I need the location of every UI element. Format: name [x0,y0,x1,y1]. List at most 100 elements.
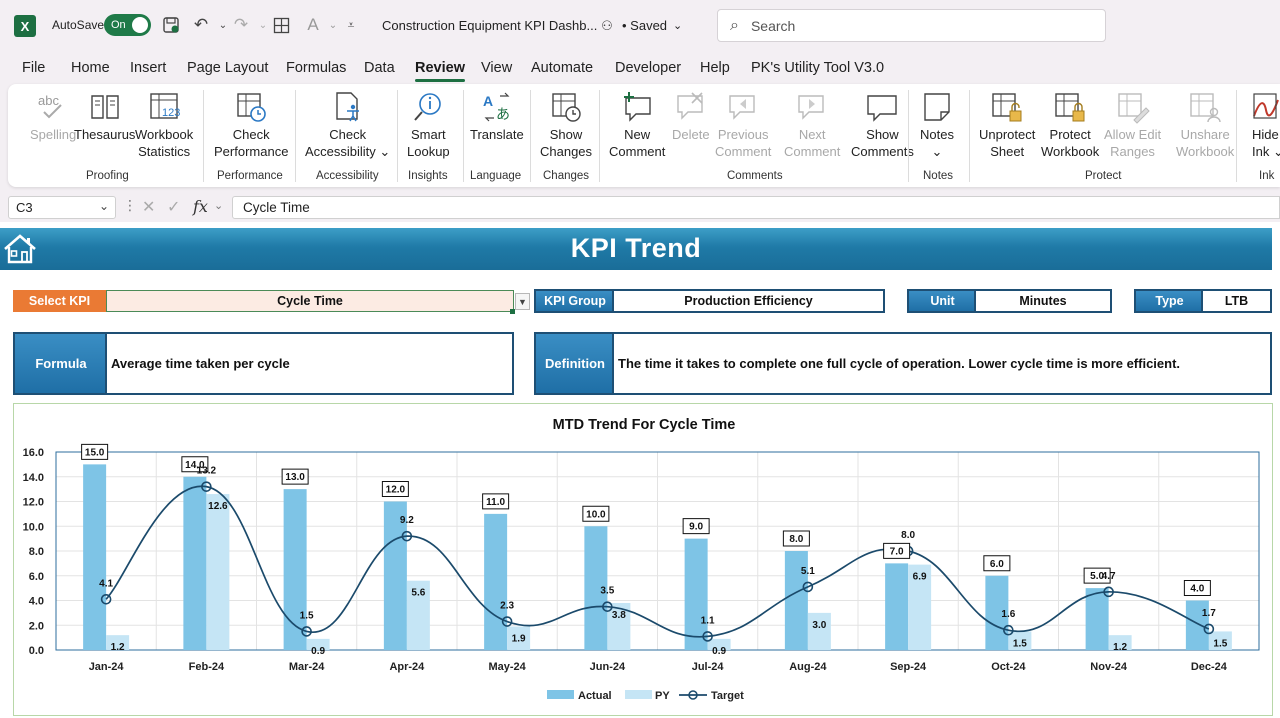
new-comment-icon [624,92,651,122]
formula-bar: C3 ⌄ ⋮ ✕ ✓ fx ⌄ Cycle Time [0,194,1280,222]
workbook-statistics-label-2: Statistics [138,144,191,159]
show-changes-button[interactable]: Show Changes [540,90,592,160]
show-comments-button[interactable]: Show Comments [851,90,914,160]
new-comment-button[interactable]: New Comment [609,90,665,160]
formula-input[interactable]: Cycle Time [232,196,1280,219]
bar-actual [1085,588,1109,650]
search-placeholder: Search [750,17,796,34]
data-label-py: 1.5 [1013,638,1027,649]
insert-function-icon[interactable]: fx [193,197,208,216]
unprotect-sheet-button[interactable]: Unprotect Sheet [979,90,1035,160]
ribbon-separator [969,90,970,182]
data-label-target: 1.7 [1202,608,1216,619]
ribbon-separator [1236,90,1237,182]
expand-formula-icon[interactable]: ⌄ [214,199,223,212]
definition-label: Definition [534,332,614,395]
tab-help[interactable]: Help [700,60,730,76]
tab-pk-utility-tool[interactable]: PK's Utility Tool V3.0 [751,60,884,76]
cancel-icon[interactable]: ✕ [142,197,155,217]
thesaurus-label: Thesaurus [74,127,136,142]
borders-icon[interactable] [270,14,292,36]
tab-insert[interactable]: Insert [130,60,166,76]
notes-button[interactable]: Notes ⌄ [920,90,954,160]
type-value: LTB [1201,289,1272,313]
translate-button[interactable]: Aあ Translate [470,90,524,143]
chevron-down-icon: ⌄ [673,20,683,32]
share-people-icon[interactable]: ⚇ [596,15,618,37]
thesaurus-icon [91,95,119,119]
tab-home[interactable]: Home [71,60,110,76]
thesaurus-button[interactable]: Thesaurus [74,90,135,143]
unshare-workbook-label-1: Unshare [1180,127,1230,142]
data-label-py: 0.9 [311,646,325,657]
check-performance-button[interactable]: Check Performance [214,90,288,160]
tab-automate[interactable]: Automate [531,60,593,76]
select-kpi-cell[interactable]: Cycle Time [106,290,514,312]
smart-lookup-label-2: Lookup [407,144,450,159]
check-accessibility-button[interactable]: Check Accessibility ⌄ [305,90,390,160]
group-protect: Protect [1085,170,1122,182]
autosave-label: AutoSave [52,18,105,32]
allow-edit-ranges-label-2: Ranges [1110,144,1155,159]
show-changes-label-2: Changes [540,144,593,159]
unshare-workbook-label-2: Workbook [1176,144,1235,159]
save-status[interactable]: • Saved ⌄ [622,18,682,33]
group-ink: Ink [1259,170,1275,182]
enter-icon[interactable]: ✓ [167,197,180,217]
undo-icon[interactable]: ↶ [190,14,212,36]
y-tick-label: 0.0 [29,645,44,657]
delete-comment-button[interactable]: Delete [672,90,710,143]
data-label-target: 1.1 [701,615,715,626]
fill-handle[interactable] [510,309,515,314]
redo-icon[interactable]: ↷ [230,14,252,36]
ribbon-separator [599,90,600,182]
tab-developer[interactable]: Developer [615,60,681,76]
workbook-statistics-button[interactable]: 123 Workbook Statistics [135,90,193,160]
customize-toolbar-icon[interactable]: ⩡ [340,14,362,36]
show-comments-label-2: Comments [851,144,914,159]
tab-page-layout[interactable]: Page Layout [187,60,268,76]
tab-view[interactable]: View [481,60,512,76]
hide-ink-button[interactable]: Hide Ink ⌄ [1252,90,1280,160]
unprotect-sheet-label-1: Unprotect [979,127,1036,142]
spelling-button[interactable]: abc Spelling [30,90,76,143]
bar-actual [183,476,207,650]
data-label-actual: 7.0 [890,546,904,557]
unprotect-sheet-label-2: Sheet [990,144,1025,159]
name-box[interactable]: C3 ⌄ [8,196,116,219]
allow-edit-ranges-button[interactable]: Allow Edit Ranges [1104,90,1161,160]
previous-comment-button[interactable]: Previous Comment [715,90,771,160]
protect-workbook-icon [1055,93,1085,122]
tab-formulas[interactable]: Formulas [286,60,346,76]
data-label-target: 1.5 [300,610,314,621]
group-performance: Performance [217,170,283,182]
next-comment-button[interactable]: Next Comment [784,90,840,160]
save-icon[interactable] [160,14,182,36]
kpi-banner: KPI Trend [0,228,1272,270]
font-color-icon[interactable]: A [302,14,324,36]
unprotect-sheet-icon [992,93,1022,122]
group-proofing: Proofing [86,170,129,182]
search-box[interactable]: ⌕ Search [717,9,1106,42]
type-label: Type [1134,289,1203,313]
group-accessibility: Accessibility [316,170,379,182]
bar-actual [885,563,909,650]
select-kpi-label: Select KPI [13,290,106,312]
data-label-target: 9.2 [400,515,414,526]
autosave-toggle[interactable]: On [104,14,151,36]
protect-workbook-button[interactable]: Protect Workbook [1041,90,1099,160]
document-title[interactable]: Construction Equipment KPI Dashb... [382,18,597,33]
data-label-py: 6.9 [913,572,927,583]
smart-lookup-button[interactable]: Smart Lookup [407,90,450,160]
svg-text:abc: abc [38,93,59,108]
trend-chart[interactable]: MTD Trend For Cycle Time 0.0 2.0 4.0 6.0 8.0… [13,403,1273,716]
tab-data[interactable]: Data [364,60,395,76]
tab-review[interactable]: Review [415,60,465,82]
select-kpi-dropdown-icon[interactable]: ▼ [515,293,530,310]
more-options-icon[interactable]: ⋮ [123,197,137,214]
unshare-workbook-button[interactable]: Unshare Workbook [1176,90,1234,160]
data-label-py: 1.2 [1113,642,1127,653]
tab-file[interactable]: File [22,60,45,76]
show-comments-icon [867,95,898,122]
data-label-target: 8.0 [901,530,915,541]
